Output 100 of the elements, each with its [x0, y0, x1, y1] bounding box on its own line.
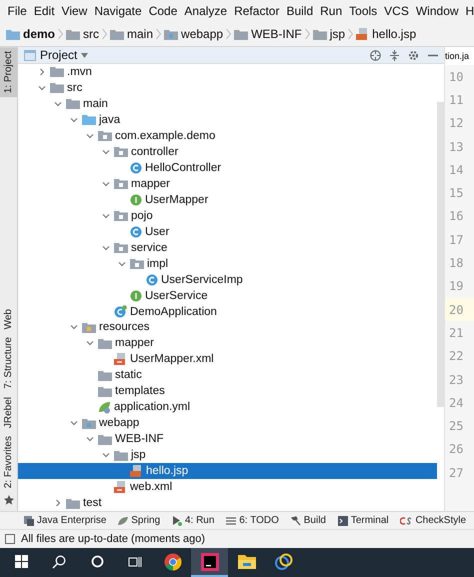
menu-item[interactable]: Navigate — [90, 4, 146, 18]
expand-chevron-icon[interactable] — [102, 451, 110, 460]
expand-chevron-icon[interactable] — [86, 339, 94, 348]
expand-chevron-icon[interactable] — [70, 419, 78, 428]
scrollbar[interactable] — [437, 102, 444, 407]
breadcrumb-item[interactable]: hello.jsp — [372, 27, 416, 41]
breadcrumb-item[interactable]: WEB-INF — [251, 27, 302, 41]
menu-item[interactable]: Analyze — [180, 4, 231, 18]
menu-item[interactable]: Refactor — [230, 4, 283, 18]
editor-tab[interactable]: tion.ja — [445, 47, 474, 65]
collapse-chevron-icon[interactable] — [54, 499, 62, 508]
tool-window-button[interactable]: 6: TODO — [224, 515, 281, 526]
expand-chevron-icon[interactable] — [54, 100, 62, 108]
expand-chevron-icon[interactable] — [86, 435, 94, 444]
folder-icon — [66, 98, 80, 110]
tree-row[interactable]: impl — [18, 256, 437, 272]
dropdown-caret-icon[interactable] — [81, 52, 88, 58]
expand-chevron-icon[interactable] — [102, 180, 110, 188]
minimize-icon[interactable] — [428, 54, 438, 56]
tree-row[interactable]: .mvn — [18, 64, 437, 80]
tree-row[interactable]: test — [18, 495, 437, 512]
menu-item[interactable]: Code — [145, 4, 181, 18]
tree-row[interactable]: templates — [18, 383, 437, 400]
expand-chevron-icon[interactable] — [70, 116, 78, 124]
tree-row[interactable]: service — [18, 240, 437, 256]
tree-row[interactable]: pojo — [18, 208, 437, 224]
collapse-all-icon[interactable] — [390, 50, 399, 60]
tree-row[interactable]: WEB-INF — [18, 431, 437, 448]
side-tab[interactable]: Web — [0, 304, 17, 333]
menu-item[interactable]: Tools — [346, 4, 381, 18]
collapse-chevron-icon[interactable] — [38, 68, 46, 76]
folder-icon — [110, 28, 124, 40]
line-number: 20 — [445, 298, 474, 322]
taskbar-button[interactable] — [191, 548, 228, 577]
side-tab[interactable]: 2: Favorites — [0, 432, 17, 492]
expand-chevron-icon[interactable] — [102, 148, 110, 156]
run-icon — [172, 516, 182, 526]
breadcrumb-item[interactable]: main — [127, 27, 154, 41]
settings-icon[interactable] — [408, 50, 419, 60]
tree-row[interactable]: static — [18, 367, 437, 384]
tree-row[interactable]: UserService — [18, 288, 437, 304]
side-tab[interactable]: 7: Structure — [0, 332, 17, 393]
expand-chevron-icon[interactable] — [38, 84, 46, 92]
tool-window-button[interactable]: 4: Run — [170, 515, 216, 526]
breadcrumb-item[interactable]: webapp — [181, 27, 224, 41]
expand-chevron-icon[interactable] — [102, 212, 110, 220]
breadcrumb-item[interactable]: demo — [23, 27, 56, 41]
tree-row[interactable]: webapp — [18, 415, 437, 432]
tree-row[interactable]: HelloController — [18, 160, 437, 176]
expand-chevron-icon[interactable] — [102, 244, 110, 252]
tree-row[interactable]: UserMapper.xml — [18, 351, 437, 368]
line-number: 14 — [448, 162, 464, 179]
line-number: 26 — [448, 441, 464, 458]
tree-row[interactable]: User — [18, 224, 437, 240]
tool-window-button[interactable]: Spring — [116, 515, 162, 526]
chevron-icon — [304, 28, 310, 40]
tool-window-button[interactable]: Terminal — [336, 515, 391, 526]
menu-item[interactable]: H — [462, 4, 474, 18]
menu-item[interactable]: Edit — [30, 4, 58, 18]
tree-row[interactable]: main — [18, 96, 437, 112]
tree-row[interactable]: UserMapper — [18, 192, 437, 208]
side-tab[interactable]: 1: Project — [0, 47, 17, 98]
tree-row[interactable]: com.example.demo — [18, 128, 437, 144]
tool-window-button[interactable]: Build — [288, 515, 328, 526]
tool-window-button[interactable]: CheckStyle — [398, 515, 468, 526]
breadcrumb-item[interactable]: jsp — [330, 27, 346, 41]
line-number: 10 — [448, 68, 464, 86]
menu-item[interactable]: VCS — [380, 4, 412, 18]
tree-row[interactable]: web.xml — [18, 479, 437, 496]
menu-item[interactable]: Build — [282, 4, 317, 18]
target-icon[interactable] — [370, 50, 381, 60]
breadcrumb-item[interactable]: src — [83, 27, 100, 41]
tree-row[interactable]: hello.jsp — [18, 463, 437, 480]
line-number: 21 — [448, 324, 464, 342]
class-icon — [130, 162, 142, 174]
panel-title[interactable]: Project — [40, 48, 78, 62]
expand-chevron-icon[interactable] — [70, 323, 78, 332]
tree-row[interactable]: java — [18, 112, 437, 128]
line-number: 22 — [448, 348, 464, 366]
menu-item[interactable]: Window — [412, 4, 462, 18]
tree-row[interactable]: controller — [18, 144, 437, 160]
browser-icon — [164, 552, 182, 570]
tree-row[interactable]: mapper — [18, 335, 437, 352]
menu-item[interactable]: File — [4, 4, 30, 18]
tree-row[interactable]: jsp — [18, 447, 437, 464]
menu-item[interactable]: View — [58, 4, 91, 18]
expand-chevron-icon[interactable] — [86, 132, 94, 140]
expand-chevron-icon[interactable] — [118, 260, 126, 268]
app-icon — [274, 552, 292, 570]
side-tab[interactable]: JRebel — [0, 392, 17, 432]
tree-row[interactable]: application.yml — [18, 399, 437, 416]
tree-row[interactable]: DemoApplication — [18, 304, 437, 320]
folder-icon — [312, 28, 327, 40]
class-icon — [130, 226, 142, 238]
tree-row[interactable]: UserServiceImp — [18, 272, 437, 288]
tree-row[interactable]: src — [18, 80, 437, 96]
tree-row[interactable]: mapper — [18, 176, 437, 192]
menu-item[interactable]: Run — [316, 4, 346, 18]
tree-row[interactable]: resources — [18, 320, 437, 336]
tool-window-button[interactable]: Java Enterprise — [22, 515, 108, 526]
